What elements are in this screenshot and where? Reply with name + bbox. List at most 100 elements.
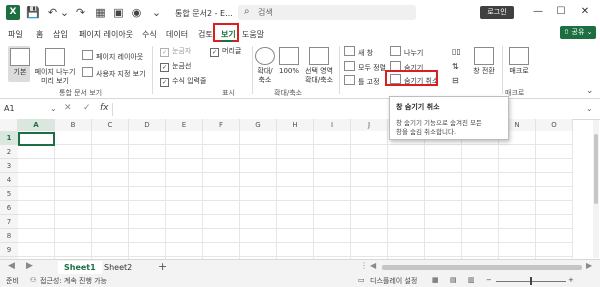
freeze-panes-button[interactable]: 틀 고정 bbox=[344, 75, 380, 87]
select-all-corner[interactable] bbox=[0, 119, 18, 131]
expand-formula-bar-icon[interactable]: ⌄ bbox=[586, 104, 593, 113]
ruler-checkbox[interactable]: ✓ 눈금자 bbox=[160, 46, 191, 57]
cancel-entry-icon[interactable]: ✕ bbox=[64, 103, 72, 113]
normal-view-button[interactable]: 기본 bbox=[9, 48, 31, 77]
column-header-a[interactable]: A bbox=[18, 119, 55, 131]
name-box-dropdown-icon[interactable]: ⌄ bbox=[50, 104, 57, 113]
row-header-5[interactable]: 5 bbox=[0, 187, 18, 201]
ribbon-tabs: 파일 홈 삽입 페이지 레이아웃 수식 데이터 검토 보기 도움말 bbox=[0, 26, 600, 42]
sheet-tab-sheet2[interactable]: Sheet2 bbox=[98, 261, 138, 274]
camera-icon[interactable]: ◉ bbox=[130, 6, 143, 19]
insert-function-icon[interactable]: fx bbox=[100, 103, 109, 113]
selected-cell bbox=[18, 132, 55, 146]
worksheet-grid[interactable]: ABCDEFGHIJKLMNO 12345678910 bbox=[0, 119, 592, 271]
row-header-1[interactable]: 1 bbox=[0, 131, 18, 145]
sync-scroll-icon[interactable]: ⇅ bbox=[452, 62, 459, 71]
column-header-f[interactable]: F bbox=[203, 119, 240, 131]
customize-dropdown-icon[interactable]: ⌄ bbox=[150, 6, 163, 19]
tab-help[interactable]: 도움말 bbox=[242, 29, 264, 40]
accessibility-icon[interactable]: ⚇ bbox=[30, 276, 36, 284]
horizontal-scrollbar-thumb[interactable] bbox=[382, 265, 582, 270]
close-icon[interactable]: ✕ bbox=[577, 5, 593, 19]
tab-file[interactable]: 파일 bbox=[8, 29, 23, 40]
row-header-8[interactable]: 8 bbox=[0, 229, 18, 243]
column-header-b[interactable]: B bbox=[55, 119, 92, 131]
headings-checkbox[interactable]: ✓ 머리글 bbox=[210, 46, 241, 57]
redo-icon[interactable]: ↷ bbox=[74, 6, 87, 19]
confirm-entry-icon[interactable]: ✓ bbox=[83, 103, 91, 113]
column-header-i[interactable]: I bbox=[314, 119, 351, 131]
minimize-icon[interactable]: — bbox=[530, 5, 546, 19]
custom-views-button[interactable]: 사용자 지정 보기 bbox=[82, 67, 146, 79]
page-break-preview-button[interactable]: 페이지 나누기 미리 보기 bbox=[33, 48, 77, 86]
tab-split-handle-icon[interactable]: ⋮ bbox=[360, 261, 368, 270]
split-button[interactable]: 나누기 bbox=[390, 46, 423, 58]
format-icon[interactable]: ▦ bbox=[94, 6, 107, 19]
image-icon[interactable]: ▣ bbox=[112, 6, 125, 19]
normal-view-status-icon[interactable]: ▦ bbox=[432, 276, 439, 284]
column-header-d[interactable]: D bbox=[129, 119, 166, 131]
share-button[interactable]: ⇧ 공유 ⌄ bbox=[560, 26, 596, 39]
macros-button[interactable]: 매크로 bbox=[504, 47, 534, 76]
view-side-by-side-icon[interactable]: ▯▯ bbox=[452, 47, 461, 56]
custom-views-label: 사용자 지정 보기 bbox=[96, 70, 146, 78]
display-settings-label[interactable]: 디스플레이 설정 bbox=[370, 276, 417, 286]
maximize-icon[interactable]: ☐ bbox=[553, 5, 569, 19]
column-header-j[interactable]: J bbox=[351, 119, 388, 131]
tab-insert[interactable]: 삽입 bbox=[53, 29, 68, 40]
page-layout-view-button[interactable]: 페이지 레이아웃 bbox=[82, 50, 143, 62]
column-header-o[interactable]: O bbox=[536, 119, 573, 131]
zoom-to-selection-button[interactable]: 선택 영역 확대/축소 bbox=[301, 47, 337, 85]
formula-input[interactable] bbox=[112, 103, 583, 116]
formula-bar-checkbox[interactable]: ✓ 수식 입력줄 bbox=[160, 76, 206, 87]
row-header-2[interactable]: 2 bbox=[0, 145, 18, 159]
page-break-status-icon[interactable]: ▥ bbox=[468, 276, 475, 284]
save-icon[interactable]: 💾 bbox=[26, 6, 40, 19]
page-layout-status-icon[interactable]: ▤ bbox=[450, 276, 457, 284]
login-button[interactable]: 로그인 bbox=[480, 6, 514, 19]
group-label-workbook-views: 통합 문서 보기 bbox=[59, 89, 103, 97]
undo-dropdown-icon[interactable]: ⌄ bbox=[58, 6, 71, 19]
display-settings-icon[interactable]: ▭ bbox=[358, 276, 365, 284]
tab-home[interactable]: 홈 bbox=[36, 29, 43, 40]
accessibility-status[interactable]: 접근성: 계속 진행 가능 bbox=[40, 276, 107, 286]
zoom-button[interactable]: 확대/ 축소 bbox=[254, 47, 276, 85]
column-header-h[interactable]: H bbox=[277, 119, 314, 131]
switch-windows-icon bbox=[474, 47, 494, 65]
prev-sheet-icon[interactable]: ◀ bbox=[8, 261, 15, 271]
column-header-e[interactable]: E bbox=[166, 119, 203, 131]
next-sheet-icon[interactable]: ▶ bbox=[26, 261, 33, 271]
zoom-100-button[interactable]: 100% bbox=[278, 47, 300, 76]
ribbon-separator bbox=[252, 46, 253, 94]
tab-page-layout[interactable]: 페이지 레이아웃 bbox=[79, 29, 133, 40]
name-box[interactable]: A1 bbox=[4, 104, 56, 116]
vertical-scrollbar-track[interactable] bbox=[593, 120, 599, 258]
column-header-g[interactable]: G bbox=[240, 119, 277, 131]
scroll-right-icon[interactable]: ▶ bbox=[586, 261, 592, 270]
collapse-ribbon-icon[interactable]: ⌄ bbox=[586, 86, 594, 96]
zoom-slider-thumb[interactable] bbox=[530, 277, 532, 285]
switch-windows-button[interactable]: 창 전환 bbox=[470, 47, 498, 76]
gridlines-checkbox[interactable]: ✓ 눈금선 bbox=[160, 61, 191, 72]
gridline-vertical bbox=[461, 131, 462, 271]
tab-review[interactable]: 검토 bbox=[198, 29, 213, 40]
row-header-3[interactable]: 3 bbox=[0, 159, 18, 173]
vertical-scrollbar-thumb[interactable] bbox=[594, 134, 598, 204]
zoom-in-icon[interactable]: + bbox=[568, 276, 574, 284]
tab-data[interactable]: 데이터 bbox=[166, 29, 188, 40]
freeze-panes-label: 틀 고정 bbox=[358, 78, 380, 86]
row-header-6[interactable]: 6 bbox=[0, 201, 18, 215]
zoom-out-icon[interactable]: − bbox=[486, 276, 492, 284]
row-header-9[interactable]: 9 bbox=[0, 243, 18, 257]
tab-formulas[interactable]: 수식 bbox=[142, 29, 157, 40]
reset-position-icon[interactable]: ⊟ bbox=[452, 76, 459, 85]
new-window-button[interactable]: 새 창 bbox=[344, 46, 373, 58]
search-input[interactable]: ⌕ 검색 bbox=[238, 5, 416, 20]
row-header-7[interactable]: 7 bbox=[0, 215, 18, 229]
row-header-4[interactable]: 4 bbox=[0, 173, 18, 187]
column-header-c[interactable]: C bbox=[92, 119, 129, 131]
scroll-left-icon[interactable]: ◀ bbox=[370, 261, 376, 270]
add-sheet-icon[interactable]: + bbox=[158, 260, 167, 273]
macros-icon bbox=[509, 47, 529, 65]
arrange-all-button[interactable]: 모두 정렬 bbox=[344, 61, 386, 73]
